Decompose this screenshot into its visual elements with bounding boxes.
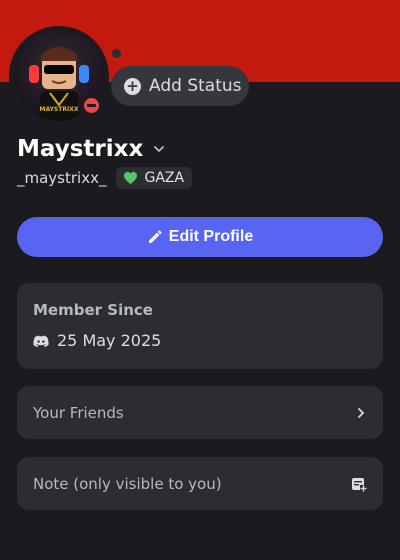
avatar-shirt-text: MAYSTRIXX — [40, 106, 79, 113]
green-heart-icon — [124, 171, 138, 185]
member-since-date: 25 May 2025 — [57, 331, 162, 350]
add-status-label: Add Status — [149, 76, 242, 96]
profile-tag[interactable]: GAZA — [116, 167, 193, 189]
note-row[interactable]: Note (only visible to you) — [17, 457, 383, 510]
member-since-row: 25 May 2025 — [33, 331, 367, 350]
add-status-button[interactable]: + Add Status — [111, 66, 249, 106]
note-add-icon[interactable] — [351, 476, 367, 492]
do-not-disturb-icon — [83, 97, 99, 113]
username: _maystrixx_ — [17, 169, 107, 187]
member-since-card: Member Since 25 May 2025 — [17, 283, 383, 369]
chevron-right-icon — [358, 407, 365, 418]
discord-logo-icon — [33, 335, 49, 347]
your-friends-label: Your Friends — [33, 403, 124, 422]
status-bubble-tail — [112, 49, 121, 58]
edit-profile-label: Edit Profile — [168, 228, 254, 245]
member-since-title: Member Since — [33, 301, 153, 319]
chevron-down-icon — [154, 146, 165, 153]
pencil-icon — [148, 230, 162, 243]
dnd-status-indicator — [80, 94, 102, 116]
display-name[interactable]: Maystrixx — [17, 136, 166, 162]
username-row: _maystrixx_ GAZA — [17, 167, 193, 189]
profile-tag-label: GAZA — [144, 170, 185, 186]
note-label: Note (only visible to you) — [33, 474, 222, 493]
display-name-text: Maystrixx — [17, 136, 144, 162]
plus-circle-icon: + — [124, 77, 141, 95]
edit-profile-button[interactable]: Edit Profile — [17, 217, 383, 257]
your-friends-row[interactable]: Your Friends — [17, 386, 383, 439]
